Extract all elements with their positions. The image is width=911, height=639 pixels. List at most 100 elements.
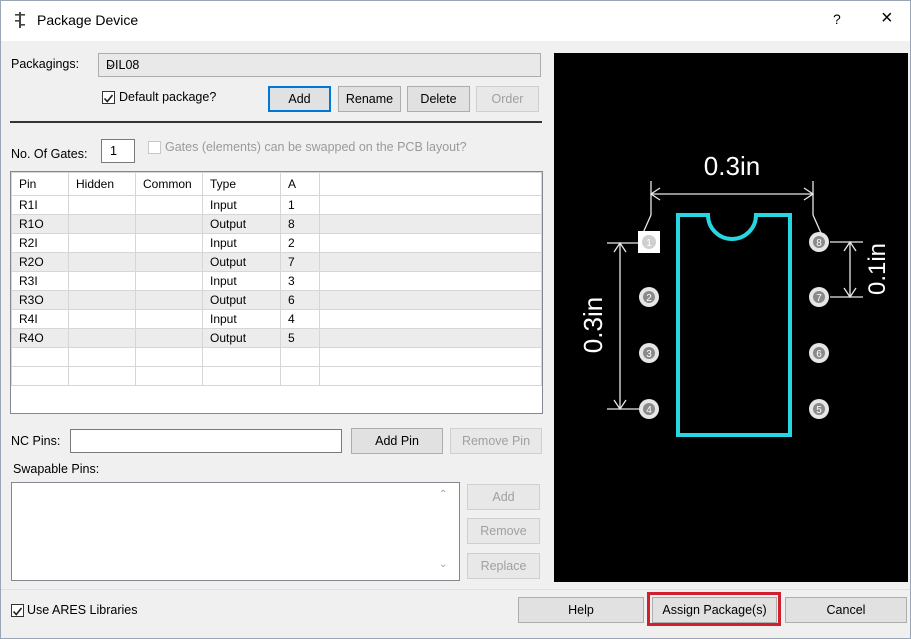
cell-type[interactable]: Output [202, 328, 281, 348]
table-row[interactable]: R1O Output 8 [11, 214, 542, 234]
cell-hidden[interactable] [68, 347, 136, 367]
pitch-dimension [830, 240, 863, 299]
cell-pin[interactable]: R3O [11, 290, 69, 310]
cell-a[interactable] [280, 347, 320, 367]
table-row[interactable]: R2O Output 7 [11, 252, 542, 272]
replace-swapable-button[interactable]: Replace [467, 553, 540, 579]
gates-count-value: 1 [110, 144, 117, 158]
cell-pin[interactable]: R4O [11, 328, 69, 348]
package-device-dialog: Package Device ? × Packagings: DIL08 ⌄ D… [0, 0, 911, 639]
cell-type[interactable] [202, 366, 281, 386]
table-row[interactable]: R3O Output 6 [11, 290, 542, 310]
cell-pin[interactable]: R4I [11, 309, 69, 329]
cell-common[interactable] [135, 195, 203, 215]
cell-type[interactable]: Input [202, 195, 281, 215]
default-package-checkbox[interactable] [102, 91, 115, 104]
cell-common[interactable] [135, 271, 203, 291]
cell-pin[interactable]: R3I [11, 271, 69, 291]
scroll-down-icon[interactable]: ⌄ [439, 559, 447, 570]
rename-package-button[interactable]: Rename [338, 86, 401, 112]
cell-a[interactable]: 7 [280, 252, 320, 272]
add-package-button[interactable]: Add [268, 86, 331, 112]
add-pin-button[interactable]: Add Pin [351, 428, 443, 454]
table-row[interactable]: R4I Input 4 [11, 309, 542, 329]
close-button[interactable]: × [881, 7, 893, 30]
cell-a[interactable]: 4 [280, 309, 320, 329]
cell-pin[interactable] [11, 347, 69, 367]
scroll-up-icon[interactable]: ⌃ [439, 489, 447, 500]
assign-highlight-frame [647, 592, 781, 626]
cell-hidden[interactable] [68, 195, 136, 215]
cell-a[interactable]: 5 [280, 328, 320, 348]
cell-common[interactable] [135, 309, 203, 329]
packagings-label: Packagings: [11, 57, 80, 71]
order-package-button[interactable]: Order [476, 86, 539, 112]
table-row[interactable]: R4O Output 5 [11, 328, 542, 348]
cell-common[interactable] [135, 347, 203, 367]
cell-hidden[interactable] [68, 290, 136, 310]
cell-common[interactable] [135, 328, 203, 348]
cell-type[interactable]: Input [202, 233, 281, 253]
help-button[interactable]: Help [518, 597, 644, 623]
cell-hidden[interactable] [68, 309, 136, 329]
col-header-filler [319, 172, 542, 196]
table-row[interactable]: R3I Input 3 [11, 271, 542, 291]
table-row[interactable]: R1I Input 1 [11, 195, 542, 215]
cell-pin[interactable] [11, 366, 69, 386]
swapable-pins-list[interactable] [11, 482, 460, 581]
package-outline [676, 213, 792, 437]
cell-common[interactable] [135, 290, 203, 310]
cell-common[interactable] [135, 252, 203, 272]
cell-type[interactable] [202, 347, 281, 367]
cell-pin[interactable]: R1O [11, 214, 69, 234]
col-header-hidden[interactable]: Hidden [68, 172, 136, 196]
cell-pin[interactable]: R2I [11, 233, 69, 253]
cell-pin[interactable]: R1I [11, 195, 69, 215]
table-row[interactable] [11, 347, 542, 367]
use-ares-checkbox[interactable] [11, 604, 24, 617]
cell-type[interactable]: Output [202, 290, 281, 310]
table-row[interactable] [11, 366, 542, 386]
remove-pin-button[interactable]: Remove Pin [450, 428, 542, 454]
col-header-pin[interactable]: Pin [11, 172, 69, 196]
table-row[interactable]: R2I Input 2 [11, 233, 542, 253]
cell-filler [319, 214, 542, 234]
cell-a[interactable]: 1 [280, 195, 320, 215]
chevron-down-icon: ⌄ [106, 58, 116, 70]
cell-hidden[interactable] [68, 271, 136, 291]
delete-package-button[interactable]: Delete [407, 86, 470, 112]
gates-swap-checkbox[interactable] [148, 141, 161, 154]
col-header-a[interactable]: A [280, 172, 320, 196]
cell-type[interactable]: Output [202, 214, 281, 234]
cell-hidden[interactable] [68, 214, 136, 234]
cell-a[interactable]: 2 [280, 233, 320, 253]
pin-table[interactable]: Pin Hidden Common Type A R1I Input 1 R1O Ou… [10, 171, 543, 414]
cell-hidden[interactable] [68, 233, 136, 253]
cell-a[interactable]: 6 [280, 290, 320, 310]
cell-hidden[interactable] [68, 366, 136, 386]
help-title-button[interactable]: ? [833, 11, 841, 27]
packagings-select[interactable]: DIL08 ⌄ [98, 53, 541, 77]
cell-a[interactable]: 3 [280, 271, 320, 291]
cell-type[interactable]: Input [202, 271, 281, 291]
gates-count-input[interactable]: 1 [101, 139, 135, 163]
cell-a[interactable] [280, 366, 320, 386]
remove-swapable-button[interactable]: Remove [467, 518, 540, 544]
cell-common[interactable] [135, 233, 203, 253]
pad-label-3: 3 [646, 349, 652, 360]
cell-hidden[interactable] [68, 328, 136, 348]
cell-a[interactable]: 8 [280, 214, 320, 234]
cell-hidden[interactable] [68, 252, 136, 272]
default-package-label: Default package? [119, 90, 217, 104]
cell-type[interactable]: Input [202, 309, 281, 329]
add-swapable-button[interactable]: Add [467, 484, 540, 510]
nc-pins-input[interactable] [70, 429, 342, 453]
cell-type[interactable]: Output [202, 252, 281, 272]
cell-pin[interactable]: R2O [11, 252, 69, 272]
pad-label-2: 2 [646, 293, 652, 304]
col-header-type[interactable]: Type [202, 172, 281, 196]
cell-common[interactable] [135, 214, 203, 234]
cancel-button[interactable]: Cancel [785, 597, 907, 623]
cell-common[interactable] [135, 366, 203, 386]
col-header-common[interactable]: Common [135, 172, 203, 196]
